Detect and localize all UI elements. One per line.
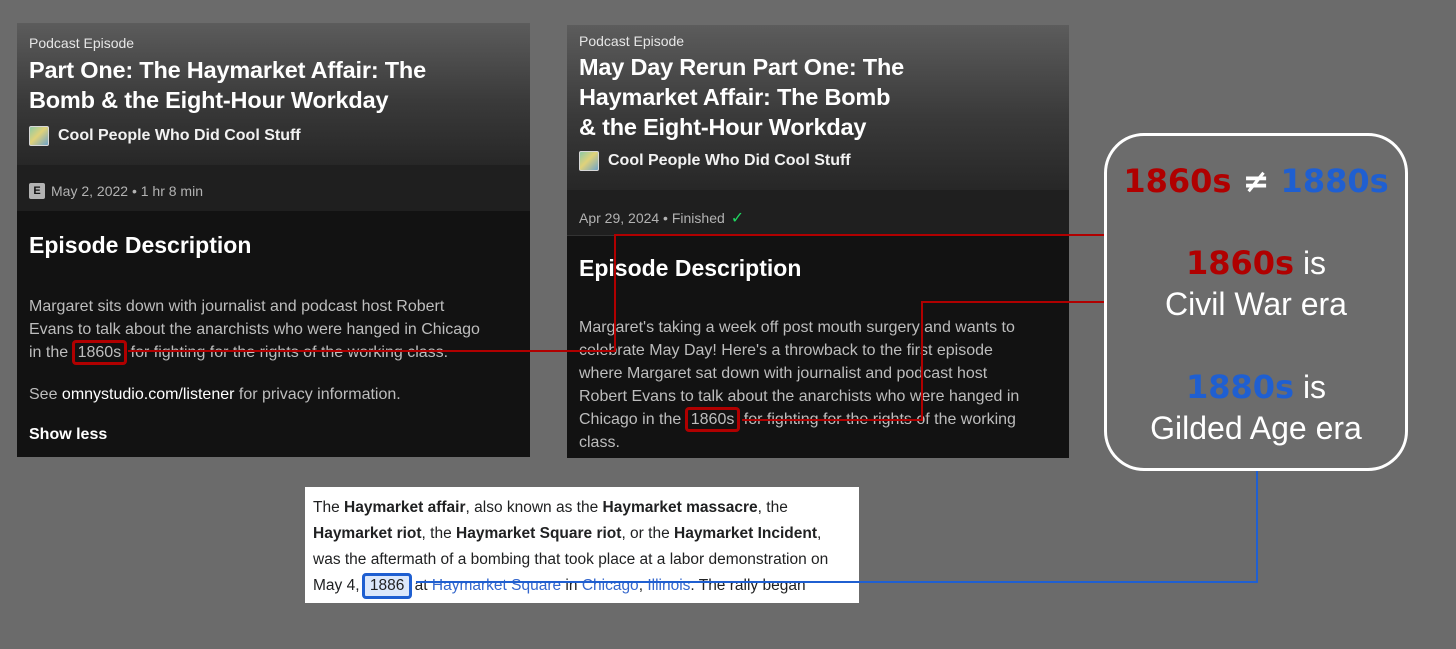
episode-title-line: May Day Rerun Part One: The [579, 54, 904, 80]
wiki-text: , [817, 525, 822, 542]
wiki-text: , also known as the [465, 499, 599, 516]
description-line: Margaret's taking a week off post mouth … [579, 319, 1015, 336]
description-text: Chicago in the [579, 411, 682, 428]
fact-1880s: 1880s is [1107, 368, 1405, 406]
description-line: Robert Evans to talk about the anarchist… [579, 388, 1020, 405]
episode-title: May Day Rerun Part One: The Haymarket Af… [579, 52, 904, 142]
show-thumbnail [579, 151, 599, 171]
fact-1880s-era: Gilded Age era [1150, 410, 1362, 446]
checkmark-icon: ✓ [730, 210, 745, 227]
privacy-text: See [29, 386, 58, 403]
episode-title-line: Haymarket Affair: The Bomb [579, 84, 891, 110]
chicago-link[interactable]: Chicago [582, 577, 639, 594]
episode-meta: E May 2, 2022 • 1 hr 8 min [29, 183, 203, 199]
description-text: for fighting for the rights of the worki… [743, 411, 1016, 428]
wiki-line: was the aftermath of a bombing that took… [313, 551, 829, 568]
decade-comparison: 1860s ≠ 1880s [1107, 162, 1405, 200]
episode-meta: Apr 29, 2024 • Finished ✓ [579, 208, 744, 228]
wiki-text: The [313, 499, 340, 516]
wiki-bold-term: Haymarket riot [313, 525, 422, 542]
wiki-text: May 4, [313, 577, 360, 594]
show-link[interactable]: Cool People Who Did Cool Stuff [579, 151, 851, 171]
explicit-icon: E [29, 183, 45, 199]
description-line: Evans to talk about the anarchists who w… [29, 321, 480, 338]
episode-title-line: Bomb & the Eight-Hour Workday [29, 87, 389, 113]
privacy-text: for privacy information. [238, 386, 401, 403]
wiki-text: in [565, 577, 578, 594]
episode-title: Part One: The Haymarket Affair: The Bomb… [29, 55, 426, 115]
description-line: Margaret sits down with journalist and p… [29, 298, 445, 315]
description-line: celebrate May Day! Here's a throwback to… [579, 342, 993, 359]
wiki-bold-term: Haymarket affair [344, 499, 466, 516]
not-equal-sign: ≠ [1242, 162, 1270, 200]
fact-verb: is [1302, 369, 1327, 405]
wiki-bold-term: Haymarket massacre [602, 499, 758, 516]
episode-title-line: Part One: The Haymarket Affair: The [29, 57, 426, 83]
show-thumbnail [29, 126, 49, 146]
wiki-text: , the [757, 499, 788, 516]
year-highlight: 1886 [361, 573, 413, 599]
episode-kicker: Podcast Episode [579, 33, 685, 49]
wiki-text: , the [421, 525, 452, 542]
fact-decade: 1880s [1185, 368, 1295, 406]
show-link[interactable]: Cool People Who Did Cool Stuff [29, 126, 301, 146]
episode-description: Margaret's taking a week off post mouth … [579, 316, 1064, 454]
privacy-note: See omnystudio.com/listener for privacy … [29, 383, 401, 406]
fact-1860s: 1860s is [1107, 244, 1405, 282]
wiki-bold-term: Haymarket Incident [674, 525, 817, 542]
privacy-link[interactable]: omnystudio.com/listener [62, 386, 235, 403]
haymarket-square-link[interactable]: Haymarket Square [432, 577, 561, 594]
episode-date-status: Apr 29, 2024 • Finished [579, 210, 725, 226]
episode-kicker: Podcast Episode [29, 35, 135, 51]
comparison-bubble: 1860s ≠ 1880s 1860s is Civil War era 188… [1104, 133, 1408, 471]
episode-description: Margaret sits down with journalist and p… [29, 295, 524, 365]
left-episode-card: Podcast Episode Part One: The Haymarket … [17, 23, 530, 457]
description-line: in the 1860s for fighting for the rights… [29, 340, 524, 365]
fact-decade: 1860s [1185, 244, 1295, 282]
description-line: Chicago in the 1860s for fighting for th… [579, 407, 1064, 432]
fact-1860s-era: Civil War era [1165, 286, 1347, 322]
show-name: Cool People Who Did Cool Stuff [58, 127, 301, 144]
episode-date-duration: May 2, 2022 • 1 hr 8 min [51, 183, 203, 199]
wiki-text: at [414, 577, 428, 594]
decade-1880s: 1880s [1280, 162, 1389, 200]
wiki-line: Haymarket riot, the Haymarket Square rio… [313, 521, 851, 547]
illinois-link[interactable]: Illinois [647, 577, 690, 594]
description-text: in the [29, 344, 69, 361]
wiki-text: , or the [621, 525, 670, 542]
right-episode-card: Podcast Episode May Day Rerun Part One: … [567, 25, 1069, 458]
wikipedia-snippet: The Haymarket affair, also known as the … [305, 487, 859, 603]
decade-1860s: 1860s [1123, 162, 1232, 200]
wiki-text: . The rally began [690, 577, 806, 594]
description-text: for fighting for the rights of the worki… [130, 344, 449, 361]
wiki-text: , [638, 577, 643, 594]
description-line: where Margaret sat down with journalist … [579, 365, 988, 382]
wiki-line: The Haymarket affair, also known as the … [313, 495, 851, 521]
wiki-bold-term: Haymarket Square riot [456, 525, 622, 542]
show-name: Cool People Who Did Cool Stuff [608, 152, 851, 169]
fact-verb: is [1302, 245, 1327, 281]
decade-highlight: 1860s [684, 407, 741, 432]
show-less-button[interactable]: Show less [29, 426, 107, 444]
decade-highlight: 1860s [71, 340, 128, 365]
description-heading: Episode Description [29, 232, 252, 258]
wiki-line: May 4, 1886 at Haymarket Square in Chica… [313, 573, 851, 599]
episode-title-line: & the Eight-Hour Workday [579, 114, 867, 140]
description-heading: Episode Description [579, 255, 802, 281]
description-line: class. [579, 434, 620, 451]
